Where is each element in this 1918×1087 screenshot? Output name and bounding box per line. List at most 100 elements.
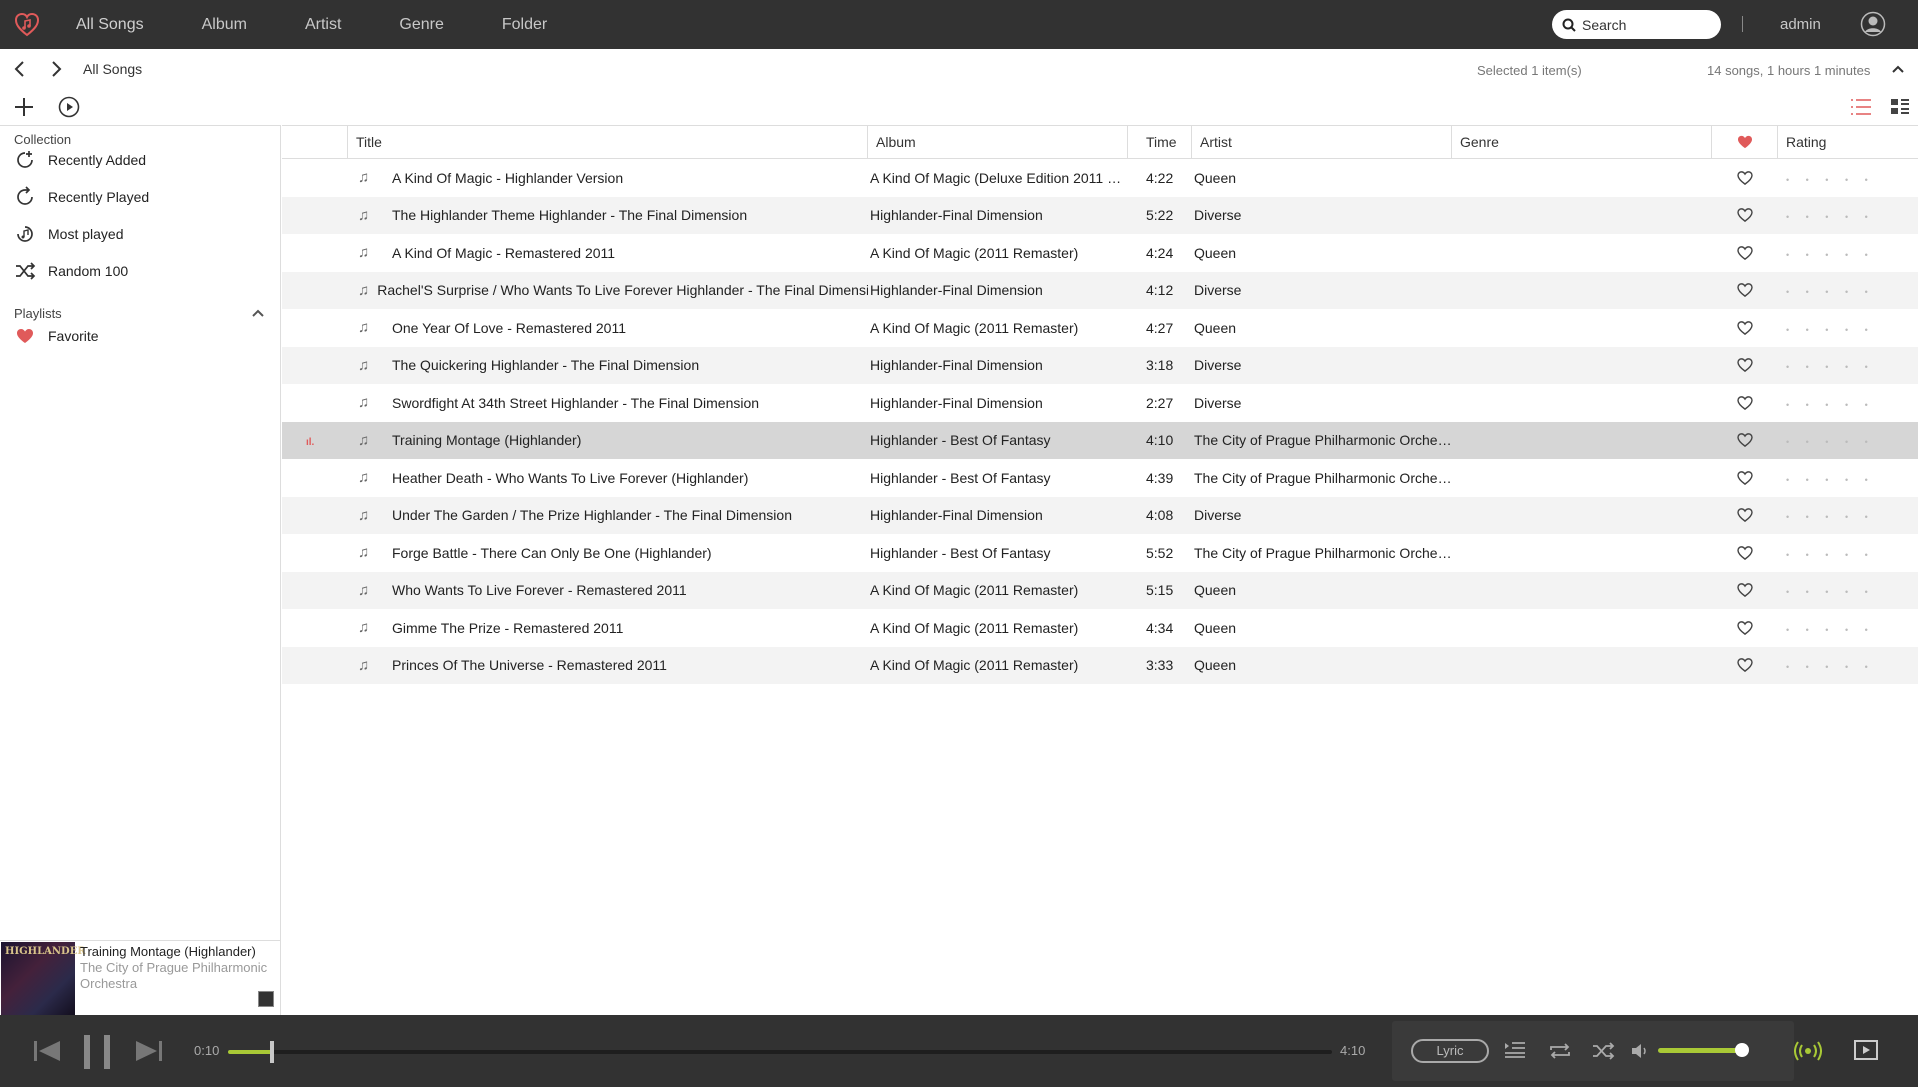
table-row[interactable]: ♫ Princes Of The Universe - Remastered 20… <box>282 646 1918 684</box>
table-row[interactable]: ♫ Swordfight At 34th Street Highlander - … <box>282 384 1918 422</box>
volume-icon[interactable] <box>1631 1043 1649 1062</box>
favorite-heart-icon[interactable] <box>1712 433 1778 448</box>
app-logo-icon[interactable] <box>14 12 40 38</box>
rating-stars[interactable]: • • • • • <box>1778 432 1918 448</box>
sidebar-item-random-100[interactable]: Random 100 <box>0 252 280 289</box>
favorite-heart-icon[interactable] <box>1712 545 1778 560</box>
table-row[interactable]: ♫ The Highlander Theme Highlander - The F… <box>282 196 1918 234</box>
rating-stars[interactable]: • • • • • <box>1778 620 1918 636</box>
play-all-icon[interactable] <box>57 95 81 119</box>
top-bar: All Songs Album Artist Genre Folder admi… <box>0 0 1918 49</box>
favorite-heart-icon[interactable] <box>1712 658 1778 673</box>
sidebar-item-recently-played[interactable]: Recently Played <box>0 178 280 215</box>
table-row[interactable]: ♫ Under The Garden / The Prize Highlander… <box>282 496 1918 534</box>
table-row[interactable]: ♫ The Quickering Highlander - The Final D… <box>282 346 1918 384</box>
header-album[interactable]: Album <box>868 125 1128 159</box>
favorite-heart-icon[interactable] <box>1712 320 1778 335</box>
favorite-heart-icon[interactable] <box>1712 358 1778 373</box>
header-genre[interactable]: Genre <box>1452 125 1712 159</box>
rating-stars[interactable]: • • • • • <box>1778 395 1918 411</box>
favorite-heart-icon[interactable] <box>1712 395 1778 410</box>
nav-album[interactable]: Album <box>202 16 247 34</box>
header-time[interactable]: Time <box>1128 125 1192 159</box>
rating-stars[interactable]: • • • • • <box>1778 170 1918 186</box>
search-input[interactable] <box>1582 16 1712 33</box>
table-row[interactable]: ♫ Forge Battle - There Can Only Be One (H… <box>282 534 1918 572</box>
add-icon[interactable] <box>12 95 36 119</box>
grid-view-icon[interactable] <box>1890 97 1910 117</box>
shuffle-icon[interactable] <box>1592 1041 1616 1064</box>
seek-handle[interactable] <box>270 1041 275 1063</box>
favorite-heart-icon[interactable] <box>1712 245 1778 260</box>
player-controls-panel: Lyric <box>1392 1021 1794 1081</box>
mini-player-icon[interactable] <box>258 991 274 1007</box>
next-icon[interactable] <box>135 1039 163 1066</box>
header-artist[interactable]: Artist <box>1192 125 1452 159</box>
now-playing-artist: The City of Prague Philharmonic Orchestr… <box>80 960 268 991</box>
header-title[interactable]: Title <box>348 125 868 159</box>
table-row[interactable]: ♫ A Kind Of Magic - Remastered 2011 A Kind… <box>282 234 1918 272</box>
table-row[interactable]: ♫ Who Wants To Live Forever - Remastered … <box>282 571 1918 609</box>
sidebar-item-label: Recently Played <box>48 188 150 205</box>
repeat-icon[interactable] <box>1548 1041 1572 1064</box>
now-playing-panel[interactable]: HIGHLANDER Training Montage (Highlander)… <box>0 940 281 1016</box>
rating-stars[interactable]: • • • • • <box>1778 582 1918 598</box>
album-cell: Highlander-Final Dimension <box>870 282 1043 299</box>
list-view-icon[interactable] <box>1850 97 1872 117</box>
favorite-heart-icon[interactable] <box>1712 170 1778 185</box>
sidebar-item-favorite[interactable]: Favorite <box>0 321 280 351</box>
queue-list-icon[interactable] <box>1504 1041 1526 1062</box>
rating-stars[interactable]: • • • • • <box>1778 245 1918 261</box>
header-index <box>282 125 348 159</box>
table-row[interactable]: ♫ Gimme The Prize - Remastered 2011 A Kind… <box>282 609 1918 647</box>
favorite-heart-icon[interactable] <box>1712 620 1778 635</box>
pause-icon[interactable] <box>82 1035 112 1072</box>
chevron-up-icon[interactable] <box>250 305 266 321</box>
user-avatar-icon[interactable] <box>1860 11 1886 37</box>
album-cell: Highlander-Final Dimension <box>870 207 1043 224</box>
header-rating[interactable]: Rating <box>1778 125 1918 159</box>
sidebar-item-most-played[interactable]: Most played <box>0 215 280 252</box>
broadcast-icon[interactable] <box>1794 1039 1822 1066</box>
table-row[interactable]: ♫ A Kind Of Magic - Highlander Version A K… <box>282 159 1918 197</box>
search-box[interactable] <box>1552 10 1721 39</box>
player-bar: 0:10 4:10 Lyric <box>0 1015 1918 1087</box>
favorite-heart-icon[interactable] <box>1712 508 1778 523</box>
favorite-heart-icon[interactable] <box>1712 283 1778 298</box>
username[interactable]: admin <box>1780 16 1821 33</box>
favorite-heart-icon[interactable] <box>1712 208 1778 223</box>
rating-stars[interactable]: • • • • • <box>1778 470 1918 486</box>
rating-stars[interactable]: • • • • • <box>1778 545 1918 561</box>
title-cell: ♫ A Kind Of Magic - Highlander Version <box>348 169 868 186</box>
title-cell: ♫ Heather Death - Who Wants To Live Forev… <box>348 469 868 486</box>
lyric-button[interactable]: Lyric <box>1411 1039 1489 1063</box>
nav-folder[interactable]: Folder <box>502 16 547 34</box>
previous-icon[interactable] <box>33 1039 61 1066</box>
album-cover[interactable]: HIGHLANDER <box>1 942 86 1016</box>
collapse-chevron-icon[interactable] <box>1890 61 1906 77</box>
title-cell: ♫ One Year Of Love - Remastered 2011 <box>348 319 868 336</box>
volume-handle[interactable] <box>1735 1043 1749 1057</box>
favorite-heart-icon[interactable] <box>1712 470 1778 485</box>
seek-bar[interactable] <box>228 1041 1332 1063</box>
rating-stars[interactable]: • • • • • <box>1778 357 1918 373</box>
table-row[interactable]: ıl. ♫ Training Montage (Highlander) Highlan… <box>282 421 1918 459</box>
header-favorite[interactable] <box>1712 125 1778 159</box>
rating-stars[interactable]: • • • • • <box>1778 657 1918 673</box>
favorite-heart-icon[interactable] <box>1712 583 1778 598</box>
video-player-icon[interactable] <box>1854 1040 1878 1063</box>
breadcrumb: All Songs <box>83 61 143 77</box>
table-row[interactable]: ♫ Heather Death - Who Wants To Live Forev… <box>282 459 1918 497</box>
nav-artist[interactable]: Artist <box>305 16 341 34</box>
rating-stars[interactable]: • • • • • <box>1778 282 1918 298</box>
rating-stars[interactable]: • • • • • <box>1778 507 1918 523</box>
back-arrow-icon[interactable] <box>10 59 30 79</box>
forward-arrow-icon[interactable] <box>46 59 66 79</box>
rating-stars[interactable]: • • • • • <box>1778 320 1918 336</box>
table-row[interactable]: ♫ One Year Of Love - Remastered 2011 A Kin… <box>282 309 1918 347</box>
nav-all-songs[interactable]: All Songs <box>76 16 144 34</box>
rating-stars[interactable]: • • • • • <box>1778 207 1918 223</box>
table-row[interactable]: ♫ Rachel'S Surprise / Who Wants To Live F… <box>282 271 1918 309</box>
volume-slider[interactable] <box>1658 1048 1742 1053</box>
nav-genre[interactable]: Genre <box>399 16 443 34</box>
